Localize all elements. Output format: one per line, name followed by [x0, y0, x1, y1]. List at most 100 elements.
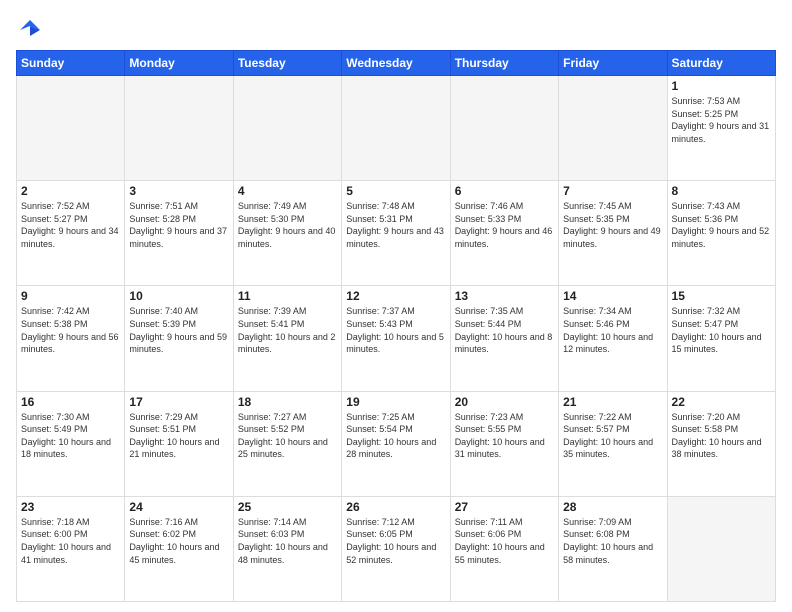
day-number: 7 — [563, 184, 662, 198]
day-info: Sunrise: 7:35 AM Sunset: 5:44 PM Dayligh… — [455, 305, 554, 355]
calendar-cell — [450, 76, 558, 181]
calendar-cell: 16 Sunrise: 7:30 AM Sunset: 5:49 PM Dayli… — [17, 391, 125, 496]
calendar-cell: 23 Sunrise: 7:18 AM Sunset: 6:00 PM Dayli… — [17, 496, 125, 601]
day-info: Sunrise: 7:11 AM Sunset: 6:06 PM Dayligh… — [455, 516, 554, 566]
calendar-cell: 10 Sunrise: 7:40 AM Sunset: 5:39 PM Dayli… — [125, 286, 233, 391]
day-number: 14 — [563, 289, 662, 303]
day-number: 20 — [455, 395, 554, 409]
header-monday: Monday — [125, 51, 233, 76]
header-saturday: Saturday — [667, 51, 775, 76]
calendar-cell: 6 Sunrise: 7:46 AM Sunset: 5:33 PM Daylig… — [450, 181, 558, 286]
day-number: 27 — [455, 500, 554, 514]
day-number: 13 — [455, 289, 554, 303]
calendar-cell — [233, 76, 341, 181]
calendar-cell: 24Sunrise: 7:16 AM Sunset: 6:02 PM Dayli… — [125, 496, 233, 601]
day-info: Sunrise: 7:12 AM Sunset: 6:05 PM Dayligh… — [346, 516, 445, 566]
header-wednesday: Wednesday — [342, 51, 450, 76]
calendar-cell: 4Sunrise: 7:49 AM Sunset: 5:30 PM Daylig… — [233, 181, 341, 286]
calendar-cell: 8Sunrise: 7:43 AM Sunset: 5:36 PM Daylig… — [667, 181, 775, 286]
day-info: Sunrise: 7:46 AM Sunset: 5:33 PM Dayligh… — [455, 200, 554, 250]
day-info: Sunrise: 7:16 AM Sunset: 6:02 PM Dayligh… — [129, 516, 228, 566]
day-number: 16 — [21, 395, 120, 409]
day-info: Sunrise: 7:48 AM Sunset: 5:31 PM Dayligh… — [346, 200, 445, 250]
calendar-cell — [667, 496, 775, 601]
week-row-0: 1Sunrise: 7:53 AM Sunset: 5:25 PM Daylig… — [17, 76, 776, 181]
day-info: Sunrise: 7:43 AM Sunset: 5:36 PM Dayligh… — [672, 200, 771, 250]
day-number: 11 — [238, 289, 337, 303]
calendar-cell: 14 Sunrise: 7:34 AM Sunset: 5:46 PM Dayli… — [559, 286, 667, 391]
day-info: Sunrise: 7:42 AM Sunset: 5:38 PM Dayligh… — [21, 305, 120, 355]
calendar-cell: 22 Sunrise: 7:20 AM Sunset: 5:58 PM Dayli… — [667, 391, 775, 496]
day-number: 19 — [346, 395, 445, 409]
header-sunday: Sunday — [17, 51, 125, 76]
calendar-cell — [125, 76, 233, 181]
day-number: 18 — [238, 395, 337, 409]
day-number: 21 — [563, 395, 662, 409]
day-number: 26 — [346, 500, 445, 514]
calendar-cell: 28 Sunrise: 7:09 AM Sunset: 6:08 PM Dayli… — [559, 496, 667, 601]
calendar-cell — [559, 76, 667, 181]
day-info: Sunrise: 7:18 AM Sunset: 6:00 PM Dayligh… — [21, 516, 120, 566]
day-number: 22 — [672, 395, 771, 409]
logo — [16, 16, 48, 44]
day-number: 15 — [672, 289, 771, 303]
calendar-cell: 11 Sunrise: 7:39 AM Sunset: 5:41 PM Dayli… — [233, 286, 341, 391]
day-info: Sunrise: 7:52 AM Sunset: 5:27 PM Dayligh… — [21, 200, 120, 250]
day-number: 12 — [346, 289, 445, 303]
calendar-cell: 1Sunrise: 7:53 AM Sunset: 5:25 PM Daylig… — [667, 76, 775, 181]
day-number: 10 — [129, 289, 228, 303]
day-info: Sunrise: 7:45 AM Sunset: 5:35 PM Dayligh… — [563, 200, 662, 250]
week-row-1: 2 Sunrise: 7:52 AM Sunset: 5:27 PM Daylig… — [17, 181, 776, 286]
day-info: Sunrise: 7:39 AM Sunset: 5:41 PM Dayligh… — [238, 305, 337, 355]
day-info: Sunrise: 7:32 AM Sunset: 5:47 PM Dayligh… — [672, 305, 771, 355]
day-info: Sunrise: 7:30 AM Sunset: 5:49 PM Dayligh… — [21, 411, 120, 461]
day-info: Sunrise: 7:09 AM Sunset: 6:08 PM Dayligh… — [563, 516, 662, 566]
calendar-cell — [17, 76, 125, 181]
calendar-cell: 17 Sunrise: 7:29 AM Sunset: 5:51 PM Dayli… — [125, 391, 233, 496]
day-info: Sunrise: 7:27 AM Sunset: 5:52 PM Dayligh… — [238, 411, 337, 461]
day-number: 2 — [21, 184, 120, 198]
week-row-2: 9 Sunrise: 7:42 AM Sunset: 5:38 PM Daylig… — [17, 286, 776, 391]
calendar-cell: 15 Sunrise: 7:32 AM Sunset: 5:47 PM Dayli… — [667, 286, 775, 391]
day-info: Sunrise: 7:53 AM Sunset: 5:25 PM Dayligh… — [672, 95, 771, 145]
header-tuesday: Tuesday — [233, 51, 341, 76]
day-number: 6 — [455, 184, 554, 198]
calendar-cell — [342, 76, 450, 181]
calendar-header-row: SundayMondayTuesdayWednesdayThursdayFrid… — [17, 51, 776, 76]
page-container: SundayMondayTuesdayWednesdayThursdayFrid… — [0, 0, 792, 612]
calendar-cell: 9 Sunrise: 7:42 AM Sunset: 5:38 PM Daylig… — [17, 286, 125, 391]
day-number: 5 — [346, 184, 445, 198]
day-number: 23 — [21, 500, 120, 514]
day-info: Sunrise: 7:20 AM Sunset: 5:58 PM Dayligh… — [672, 411, 771, 461]
day-number: 17 — [129, 395, 228, 409]
day-number: 3 — [129, 184, 228, 198]
day-info: Sunrise: 7:49 AM Sunset: 5:30 PM Dayligh… — [238, 200, 337, 250]
day-info: Sunrise: 7:51 AM Sunset: 5:28 PM Dayligh… — [129, 200, 228, 250]
day-info: Sunrise: 7:29 AM Sunset: 5:51 PM Dayligh… — [129, 411, 228, 461]
calendar-cell: 12 Sunrise: 7:37 AM Sunset: 5:43 PM Dayli… — [342, 286, 450, 391]
calendar-cell: 19 Sunrise: 7:25 AM Sunset: 5:54 PM Dayli… — [342, 391, 450, 496]
logo-icon — [16, 16, 44, 44]
day-info: Sunrise: 7:25 AM Sunset: 5:54 PM Dayligh… — [346, 411, 445, 461]
page-header — [16, 16, 776, 44]
calendar-cell: 18 Sunrise: 7:27 AM Sunset: 5:52 PM Dayli… — [233, 391, 341, 496]
day-info: Sunrise: 7:37 AM Sunset: 5:43 PM Dayligh… — [346, 305, 445, 355]
day-info: Sunrise: 7:23 AM Sunset: 5:55 PM Dayligh… — [455, 411, 554, 461]
calendar-cell: 25 Sunrise: 7:14 AM Sunset: 6:03 PM Dayli… — [233, 496, 341, 601]
calendar-cell: 7 Sunrise: 7:45 AM Sunset: 5:35 PM Daylig… — [559, 181, 667, 286]
calendar-cell: 3 Sunrise: 7:51 AM Sunset: 5:28 PM Daylig… — [125, 181, 233, 286]
day-info: Sunrise: 7:22 AM Sunset: 5:57 PM Dayligh… — [563, 411, 662, 461]
calendar-cell: 13 Sunrise: 7:35 AM Sunset: 5:44 PM Dayli… — [450, 286, 558, 391]
week-row-4: 23 Sunrise: 7:18 AM Sunset: 6:00 PM Dayli… — [17, 496, 776, 601]
calendar-cell: 2 Sunrise: 7:52 AM Sunset: 5:27 PM Daylig… — [17, 181, 125, 286]
day-info: Sunrise: 7:34 AM Sunset: 5:46 PM Dayligh… — [563, 305, 662, 355]
day-number: 25 — [238, 500, 337, 514]
calendar-table: SundayMondayTuesdayWednesdayThursdayFrid… — [16, 50, 776, 602]
header-thursday: Thursday — [450, 51, 558, 76]
calendar-cell: 21 Sunrise: 7:22 AM Sunset: 5:57 PM Dayli… — [559, 391, 667, 496]
day-number: 28 — [563, 500, 662, 514]
calendar-cell: 5 Sunrise: 7:48 AM Sunset: 5:31 PM Daylig… — [342, 181, 450, 286]
day-info: Sunrise: 7:40 AM Sunset: 5:39 PM Dayligh… — [129, 305, 228, 355]
day-number: 9 — [21, 289, 120, 303]
day-info: Sunrise: 7:14 AM Sunset: 6:03 PM Dayligh… — [238, 516, 337, 566]
